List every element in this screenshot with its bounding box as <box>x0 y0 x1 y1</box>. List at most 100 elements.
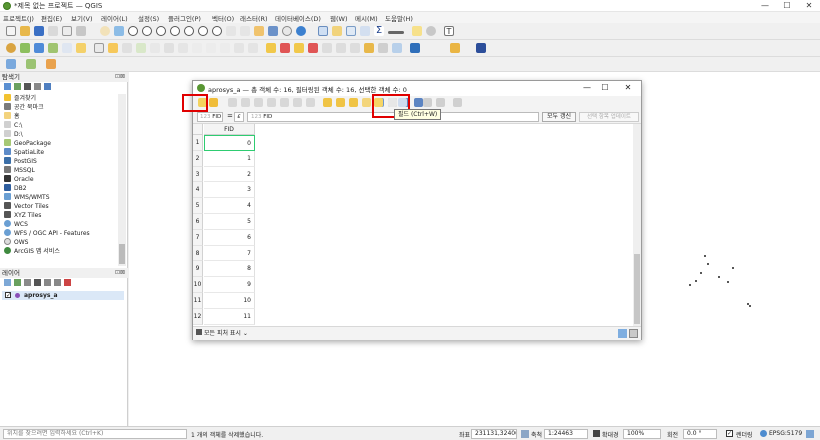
tree-item[interactable]: Oracle <box>4 175 34 184</box>
row-header[interactable]: 4 <box>193 182 203 199</box>
menu-mesh[interactable]: 메시(M) <box>355 13 378 23</box>
remove-layer-icon[interactable] <box>64 279 71 286</box>
tree-item[interactable]: PostGIS <box>4 157 37 166</box>
tree-item[interactable]: WCS <box>4 220 28 229</box>
row-header[interactable]: 6 <box>193 214 203 230</box>
panel-options-icon[interactable]: ⊡⊠ <box>115 72 125 82</box>
reload-icon[interactable] <box>241 98 250 107</box>
zoom-to-selected-icon[interactable] <box>414 98 423 107</box>
form-view-icon[interactable] <box>618 329 627 338</box>
menu-view[interactable]: 보기(V) <box>71 13 92 23</box>
table-cell[interactable]: 7 <box>204 245 255 262</box>
row-header[interactable]: 1 <box>193 135 203 151</box>
map-tips-icon[interactable] <box>412 26 422 36</box>
tree-item[interactable]: SpatiaLite <box>4 148 44 157</box>
table-cell[interactable]: 6 <box>204 229 255 246</box>
identify-features-icon[interactable] <box>318 26 328 36</box>
add-group-icon[interactable] <box>14 279 21 286</box>
update-selected-button[interactable]: 선택 항목 업데이트 <box>579 112 639 122</box>
add-feature-icon[interactable] <box>254 98 263 107</box>
plugin-2-icon[interactable] <box>450 43 460 53</box>
new-temporary-layer-icon[interactable] <box>76 43 86 53</box>
menu-settings[interactable]: 설정(S) <box>138 13 159 23</box>
tree-item[interactable]: 공간 북마크 <box>4 103 44 112</box>
filter-icon[interactable] <box>24 83 31 90</box>
statistical-summary-icon[interactable] <box>360 26 370 36</box>
menu-database[interactable]: 데이터베이스(D) <box>275 13 321 23</box>
new-spatialite-icon[interactable] <box>48 43 58 53</box>
rotation-field[interactable]: 0.0 ° <box>683 429 717 439</box>
row-header[interactable]: 7 <box>193 229 203 246</box>
tree-item[interactable]: GeoPackage <box>4 139 51 148</box>
new-3d-map-icon[interactable] <box>268 26 278 36</box>
tree-item[interactable]: 즐겨찾기 <box>4 94 36 103</box>
collapse-all-icon[interactable] <box>54 279 61 286</box>
menu-layer[interactable]: 레이어(L) <box>101 13 128 23</box>
crs-globe-icon[interactable] <box>760 430 767 437</box>
maximize-button[interactable]: ☐ <box>776 0 798 12</box>
browser-scrollbar[interactable] <box>118 94 126 266</box>
panel-options-icon[interactable]: ⊡⊠ <box>115 268 125 278</box>
modify-attributes-icon[interactable] <box>164 43 174 53</box>
table-cell[interactable]: 4 <box>204 198 255 214</box>
close-button[interactable]: ✕ <box>798 0 820 12</box>
scrollbar-thumb[interactable] <box>119 244 125 264</box>
show-all-features-dropdown[interactable]: 모든 피처 표시 ⌄ <box>196 329 248 339</box>
collapse-all-icon[interactable] <box>34 83 41 90</box>
magnifier-field[interactable]: 100% <box>623 429 661 439</box>
zoom-last-icon[interactable] <box>226 26 236 36</box>
show-hide-labels-icon[interactable] <box>364 43 374 53</box>
tree-item[interactable]: MSSQL <box>4 166 35 175</box>
save-edits-icon[interactable] <box>122 43 132 53</box>
layer-visibility-checkbox[interactable]: ✓ <box>5 292 11 299</box>
tree-item[interactable]: XYZ Tiles <box>4 211 41 220</box>
lock-icon[interactable] <box>593 430 600 437</box>
copy-features-icon[interactable] <box>206 43 216 53</box>
zoom-layer-icon[interactable] <box>198 26 208 36</box>
plugin-icon[interactable] <box>410 43 420 53</box>
scrollbar-thumb[interactable] <box>634 254 640 324</box>
label-properties-icon[interactable] <box>378 43 388 53</box>
table-cell[interactable]: 0 <box>204 135 255 151</box>
update-all-button[interactable]: 모두 갱신 <box>542 112 576 122</box>
filter-legend-icon[interactable] <box>34 279 41 286</box>
row-header[interactable]: 11 <box>193 293 203 309</box>
tree-item[interactable]: ArcGIS 맵 서비스 <box>4 247 60 256</box>
zoom-out-icon[interactable] <box>142 26 152 36</box>
row-header[interactable]: 12 <box>193 308 203 325</box>
layer-styling-icon[interactable] <box>4 279 11 286</box>
select-all-icon[interactable] <box>336 98 345 107</box>
digitize-icon[interactable] <box>6 59 16 69</box>
row-header[interactable]: 3 <box>193 166 203 183</box>
tree-item[interactable]: DB2 <box>4 184 27 193</box>
measure-line-icon[interactable] <box>388 31 404 34</box>
zoom-selection-icon[interactable] <box>184 26 194 36</box>
tree-item[interactable]: WFS / OGC API - Features <box>4 229 90 238</box>
save-as-icon[interactable] <box>48 26 58 36</box>
new-print-layout-icon[interactable] <box>62 26 72 36</box>
dialog-close-button[interactable]: ✕ <box>621 82 635 94</box>
table-cell[interactable]: 3 <box>204 182 255 199</box>
deselect-icon[interactable] <box>362 98 371 107</box>
zoom-rubber-icon[interactable] <box>156 26 166 36</box>
zoom-native-icon[interactable] <box>212 26 222 36</box>
python-console-icon[interactable] <box>392 43 402 53</box>
layer-row[interactable]: ✓ aprosys_a <box>2 291 124 300</box>
field-select[interactable]: 123 FID <box>197 112 223 122</box>
new-shapefile-icon[interactable] <box>34 43 44 53</box>
tree-item[interactable]: 홈 <box>4 112 20 121</box>
table-cell[interactable]: 1 <box>204 150 255 167</box>
zoom-in-icon[interactable] <box>128 26 138 36</box>
pin-label-icon[interactable] <box>294 43 304 53</box>
undo-icon[interactable] <box>234 43 244 53</box>
zoom-full-icon[interactable] <box>170 26 180 36</box>
menu-edit[interactable]: 편집(E) <box>41 13 62 23</box>
paste-features-icon[interactable] <box>220 43 230 53</box>
manage-themes-icon[interactable] <box>24 279 31 286</box>
select-by-expression-icon[interactable] <box>323 98 332 107</box>
dialog-maximize-button[interactable]: ☐ <box>598 82 612 94</box>
menu-plugins[interactable]: 플러그인(P) <box>168 13 201 23</box>
table-view-icon[interactable] <box>629 329 638 338</box>
cut-icon[interactable] <box>280 98 289 107</box>
menu-web[interactable]: 웹(W) <box>330 13 347 23</box>
